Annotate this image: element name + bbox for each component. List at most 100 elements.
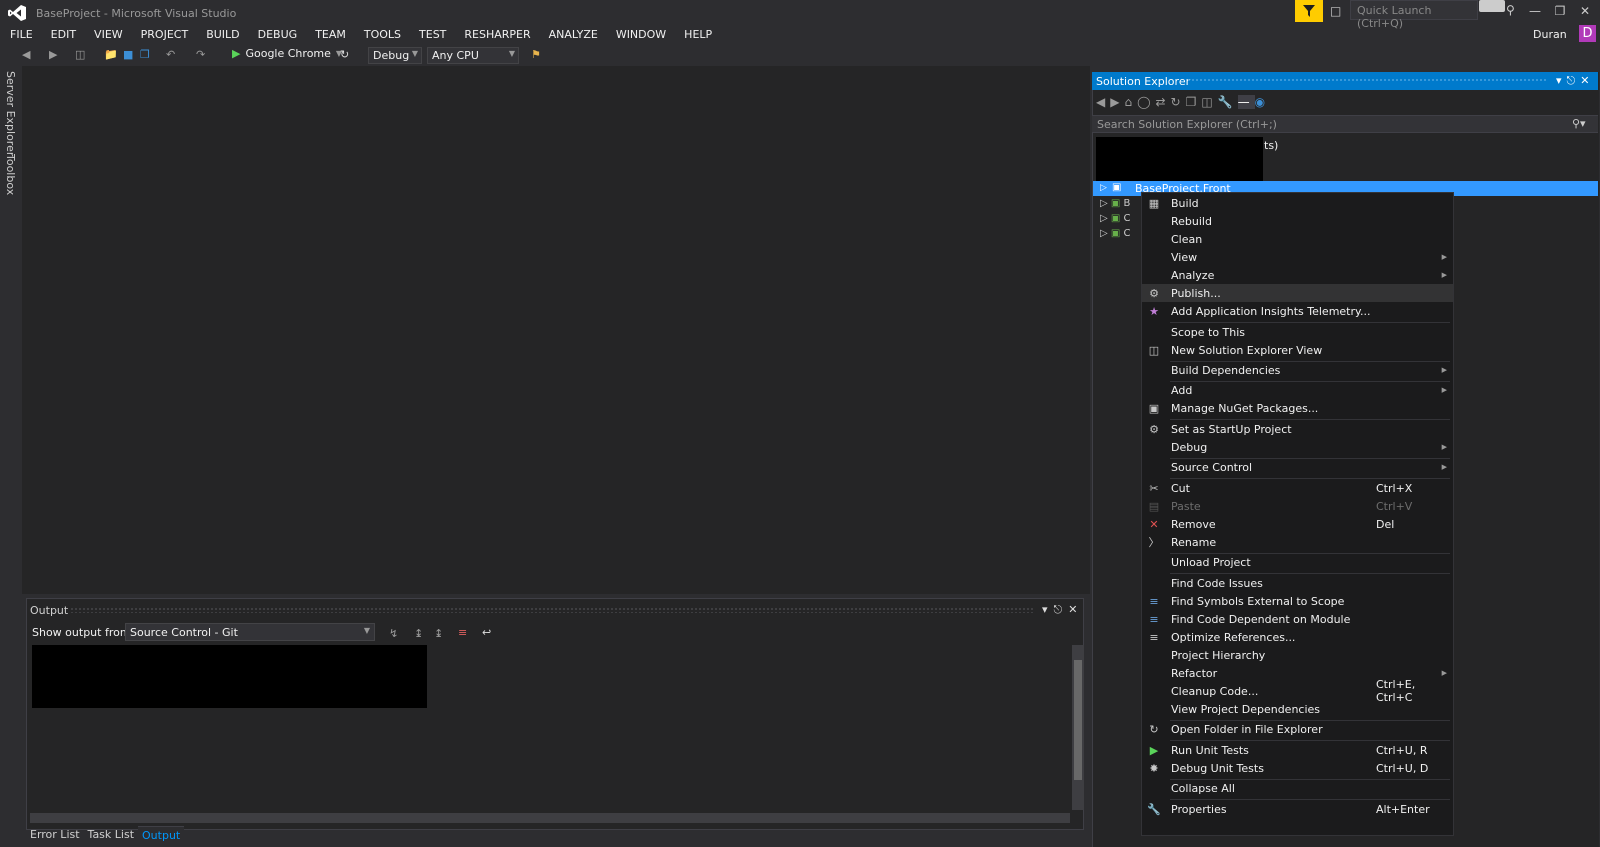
menu-item-open-folder[interactable]: ↻ Open Folder in File Explorer — [1142, 720, 1453, 738]
user-name[interactable]: Duran — [1533, 28, 1567, 41]
output-window-controls[interactable]: ▾⎋✕ — [1042, 603, 1083, 617]
menu-item-rebuild[interactable]: Rebuild — [1142, 212, 1453, 230]
menu-item-publish[interactable]: ⚙ Publish... — [1142, 284, 1453, 302]
platform-select[interactable]: Any CPU ▼ — [427, 47, 519, 64]
back-icon[interactable]: ◀ — [22, 48, 30, 61]
output-title-grip[interactable] — [70, 607, 1035, 613]
start-debugging-button[interactable]: ▶ Google Chrome ▼ — [232, 47, 342, 60]
solution-explorer-window-controls[interactable]: ▾⎋✕ — [1556, 74, 1594, 88]
paste-icon: ▤ — [1148, 499, 1160, 513]
menu-window[interactable]: WINDOW — [606, 26, 674, 44]
redo-icon[interactable]: ↷ — [196, 48, 205, 61]
project-row[interactable]: ▷ ▣ C — [1100, 213, 1131, 224]
find-message-icon[interactable]: ↯ — [389, 627, 398, 640]
prev-message-icon[interactable]: ↨ — [414, 627, 423, 640]
word-wrap-icon[interactable]: ↩ — [482, 626, 491, 639]
symbols-icon: ≡ — [1149, 594, 1159, 608]
menu-item-optimize-references[interactable]: ≡ Optimize References... — [1142, 628, 1453, 646]
play-icon: ▶ — [232, 47, 241, 60]
menu-item-collapse-all[interactable]: Collapse All — [1142, 779, 1453, 797]
project-label: B — [1123, 198, 1131, 209]
output-scroll-thumb[interactable] — [1074, 660, 1082, 780]
undo-icon[interactable]: ↶ — [166, 48, 175, 61]
feedback-icon[interactable]: □ — [1330, 4, 1341, 18]
server-explorer-tab[interactable]: Server Explorer — [4, 71, 17, 156]
output-horizontal-scrollbar[interactable] — [30, 813, 1070, 823]
configuration-select[interactable]: Debug ▼ — [368, 47, 422, 64]
menu-test[interactable]: TEST — [409, 26, 454, 44]
menu-build[interactable]: BUILD — [196, 26, 247, 44]
find-in-files-icon[interactable]: ⚑ — [531, 48, 541, 61]
menu-team[interactable]: TEAM — [305, 26, 354, 44]
notification-filter-icon[interactable] — [1295, 0, 1323, 22]
menu-item-properties[interactable]: 🔧 Properties Alt+Enter — [1142, 800, 1453, 818]
forward-icon[interactable]: ▶ — [49, 48, 57, 61]
toolbox-tab[interactable]: Toolbox — [4, 154, 17, 195]
menu-edit[interactable]: EDIT — [41, 26, 84, 44]
output-source-value: Source Control - Git — [130, 626, 238, 639]
menu-item-find-code-issues[interactable]: Find Code Issues — [1142, 574, 1453, 592]
menu-debug[interactable]: DEBUG — [248, 26, 306, 44]
menu-tools[interactable]: TOOLS — [354, 26, 409, 44]
menu-item-set-startup[interactable]: ⚙ Set as StartUp Project — [1142, 420, 1453, 438]
menu-analyze[interactable]: ANALYZE — [539, 26, 606, 44]
solution-explorer-search-placeholder: Search Solution Explorer (Ctrl+;) — [1097, 118, 1277, 131]
menu-item-new-solution-explorer-view[interactable]: ◫ New Solution Explorer View — [1142, 341, 1453, 359]
search-icon[interactable]: ⚲▾ — [1572, 117, 1586, 130]
tab-error-list[interactable]: Error List — [26, 826, 84, 844]
menu-help[interactable]: HELP — [674, 26, 720, 44]
search-icon[interactable]: ⚲ — [1506, 3, 1515, 17]
menu-item-analyze[interactable]: Analyze ▶ — [1142, 266, 1453, 284]
quick-launch-expand-icon[interactable] — [1479, 0, 1505, 12]
quick-launch-input[interactable]: Quick Launch (Ctrl+Q) — [1350, 0, 1478, 30]
menu-item-debug[interactable]: Debug ▶ — [1142, 438, 1453, 456]
menu-item-source-control[interactable]: Source Control ▶ — [1142, 458, 1453, 476]
expand-arrow-icon[interactable]: ▷ — [1100, 183, 1107, 193]
menu-item-clean[interactable]: Clean — [1142, 230, 1453, 248]
menu-resharper[interactable]: RESHARPER — [454, 26, 538, 44]
menu-item-find-symbols-external[interactable]: ≡ Find Symbols External to Scope — [1142, 592, 1453, 610]
save-icon[interactable]: ■ — [123, 48, 133, 61]
menu-item-add[interactable]: Add ▶ — [1142, 381, 1453, 399]
menu-item-debug-unit-tests[interactable]: ✸ Debug Unit Tests Ctrl+U, D — [1142, 759, 1453, 777]
next-message-icon[interactable]: ↨ — [434, 627, 443, 640]
clear-all-icon[interactable]: ≡ — [458, 626, 467, 639]
menu-item-view-project-dependencies[interactable]: View Project Dependencies — [1142, 700, 1453, 718]
menu-item-rename[interactable]: 〉 Rename — [1142, 533, 1453, 551]
menu-item-cut[interactable]: ✂ Cut Ctrl+X — [1142, 479, 1453, 497]
menu-item-run-unit-tests[interactable]: ▶ Run Unit Tests Ctrl+U, R — [1142, 741, 1453, 759]
menu-item-scope-to-this[interactable]: Scope to This — [1142, 323, 1453, 341]
menu-item-view[interactable]: View ▶ — [1142, 248, 1453, 266]
menu-file[interactable]: FILE — [0, 26, 41, 44]
menu-item-add-application-insights[interactable]: ★ Add Application Insights Telemetry... — [1142, 302, 1453, 320]
open-file-icon[interactable]: 📁 — [104, 48, 118, 61]
save-all-icon[interactable]: ❐ — [140, 48, 150, 61]
menu-item-unload-project[interactable]: Unload Project — [1142, 553, 1453, 571]
menu-item-cleanup-code[interactable]: Cleanup Code... Ctrl+E, Ctrl+C — [1142, 678, 1453, 704]
visual-studio-logo-icon — [8, 5, 26, 21]
avatar[interactable]: D — [1579, 25, 1596, 42]
menu-item-find-code-dependent[interactable]: ≡ Find Code Dependent on Module — [1142, 610, 1453, 628]
menu-item-manage-nuget[interactable]: ▣ Manage NuGet Packages... — [1142, 399, 1453, 417]
menu-item-project-hierarchy[interactable]: Project Hierarchy — [1142, 646, 1453, 664]
maximize-icon[interactable]: ❐ — [1550, 4, 1570, 18]
menu-item-build[interactable]: ▦ Build — [1142, 194, 1453, 212]
publish-icon: ⚙ — [1149, 286, 1159, 300]
minimize-icon[interactable]: — — [1525, 4, 1545, 18]
menu-view[interactable]: VIEW — [84, 26, 131, 44]
close-icon[interactable]: ✕ — [1575, 4, 1595, 18]
tab-output[interactable]: Output — [138, 826, 185, 844]
solution-explorer-grip[interactable] — [1187, 78, 1547, 83]
menu-item-build-dependencies[interactable]: Build Dependencies ▶ — [1142, 361, 1453, 379]
project-row[interactable]: ▷ ▣ B — [1100, 198, 1130, 209]
project-row[interactable]: ▷ ▣ C — [1100, 228, 1131, 239]
output-source-select[interactable]: Source Control - Git ▼ — [125, 623, 375, 641]
menu-project[interactable]: PROJECT — [131, 26, 197, 44]
menu-item-remove[interactable]: ✕ Remove Del — [1142, 515, 1453, 533]
redacted-output-text — [32, 645, 427, 708]
tab-task-list[interactable]: Task List — [84, 826, 138, 844]
new-project-icon[interactable]: ◫ — [75, 48, 85, 61]
solution-explorer-toolbar[interactable]: ◀▶⌂◯⇄↻❐◫🔧—◉ — [1096, 95, 1270, 109]
submenu-arrow-icon: ▶ — [1441, 271, 1447, 279]
browser-refresh-icon[interactable]: ↻ — [340, 48, 349, 61]
